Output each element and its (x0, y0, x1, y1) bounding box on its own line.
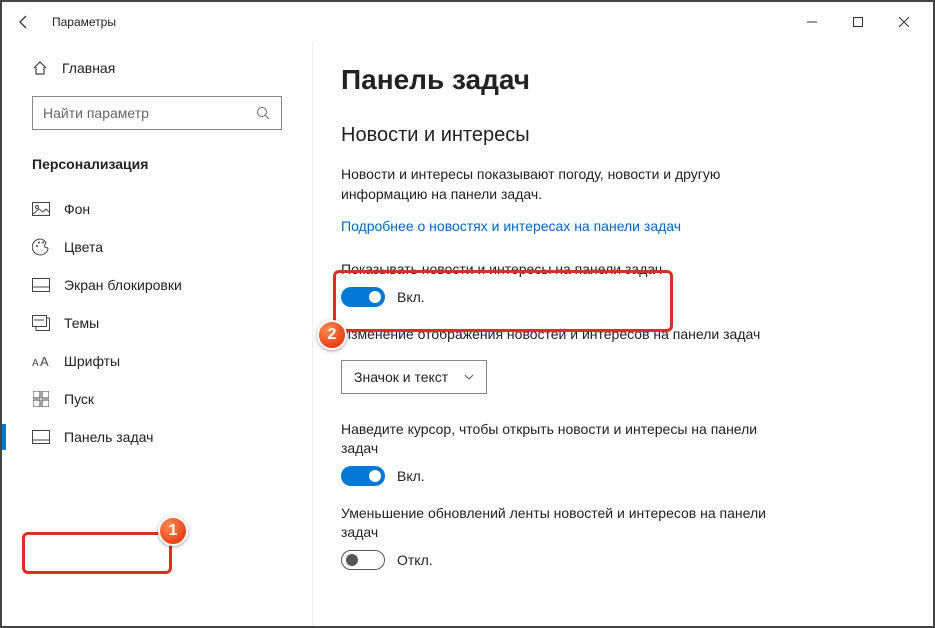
setting-display-mode-label: Изменение отображения новостей и интерес… (341, 325, 781, 344)
nav-label: Шрифты (64, 353, 120, 369)
chevron-down-icon (464, 374, 474, 380)
home-icon (32, 60, 48, 76)
svg-text:A: A (32, 358, 39, 369)
home-label: Главная (62, 60, 115, 76)
sidebar-item-lockscreen[interactable]: Экран блокировки (10, 266, 304, 304)
sidebar-item-colors[interactable]: Цвета (10, 228, 304, 266)
nav-label: Панель задач (64, 429, 153, 445)
sidebar-section-title: Персонализация (32, 156, 282, 172)
section-title: Новости и интересы (341, 124, 905, 147)
toggle-hover-open-state: Вкл. (397, 468, 425, 484)
back-button[interactable] (8, 6, 40, 38)
lockscreen-icon (32, 276, 50, 294)
annotation-badge-2: 2 (317, 320, 347, 350)
taskbar-icon (32, 428, 50, 446)
page-title: Панель задач (341, 64, 905, 96)
annotation-badge-1: 1 (158, 516, 188, 546)
learn-more-link[interactable]: Подробнее о новостях и интересах на пане… (341, 218, 681, 234)
annotation-highlight-1 (22, 532, 172, 574)
nav-label: Цвета (64, 239, 103, 255)
svg-text:A: A (40, 354, 49, 369)
setting-reduce-updates-label: Уменьшение обновлений ленты новостей и и… (341, 504, 781, 542)
window-title: Параметры (52, 15, 116, 29)
toggle-show-news[interactable] (341, 287, 385, 307)
sidebar-item-themes[interactable]: Темы (10, 304, 304, 342)
dropdown-display-mode[interactable]: Значок и текст (341, 360, 487, 394)
sidebar-item-fonts[interactable]: AA Шрифты (10, 342, 304, 380)
setting-hover-open-label: Наведите курсор, чтобы открыть новости и… (341, 420, 781, 458)
window-controls (789, 6, 927, 38)
nav-label: Экран блокировки (64, 277, 182, 293)
maximize-button[interactable] (835, 6, 881, 38)
search-icon (255, 105, 271, 121)
minimize-button[interactable] (789, 6, 835, 38)
settings-window: Параметры Главная Найти параметр Персона… (0, 0, 935, 628)
search-placeholder: Найти параметр (43, 105, 149, 121)
search-input[interactable]: Найти параметр (32, 96, 282, 130)
content-area: Панель задач Новости и интересы Новости … (312, 42, 933, 626)
picture-icon (32, 200, 50, 218)
section-description: Новости и интересы показывают погоду, но… (341, 165, 781, 204)
home-link[interactable]: Главная (10, 56, 304, 80)
sidebar-item-taskbar[interactable]: Панель задач (10, 418, 304, 456)
palette-icon (32, 238, 50, 256)
sidebar-item-start[interactable]: Пуск (10, 380, 304, 418)
start-icon (32, 390, 50, 408)
sidebar: Главная Найти параметр Персонализация Фо… (2, 42, 312, 626)
nav-label: Фон (64, 201, 90, 217)
toggle-reduce-updates-state: Откл. (397, 552, 433, 568)
nav-label: Пуск (64, 391, 94, 407)
close-button[interactable] (881, 6, 927, 38)
dropdown-value: Значок и текст (354, 369, 448, 385)
toggle-reduce-updates[interactable] (341, 550, 385, 570)
toggle-hover-open[interactable] (341, 466, 385, 486)
nav-label: Темы (64, 315, 99, 331)
themes-icon (32, 314, 50, 332)
toggle-show-news-state: Вкл. (397, 289, 425, 305)
fonts-icon: AA (32, 352, 50, 370)
sidebar-item-background[interactable]: Фон (10, 190, 304, 228)
titlebar: Параметры (2, 2, 933, 42)
setting-show-news-label: Показывать новости и интересы на панели … (341, 260, 781, 279)
